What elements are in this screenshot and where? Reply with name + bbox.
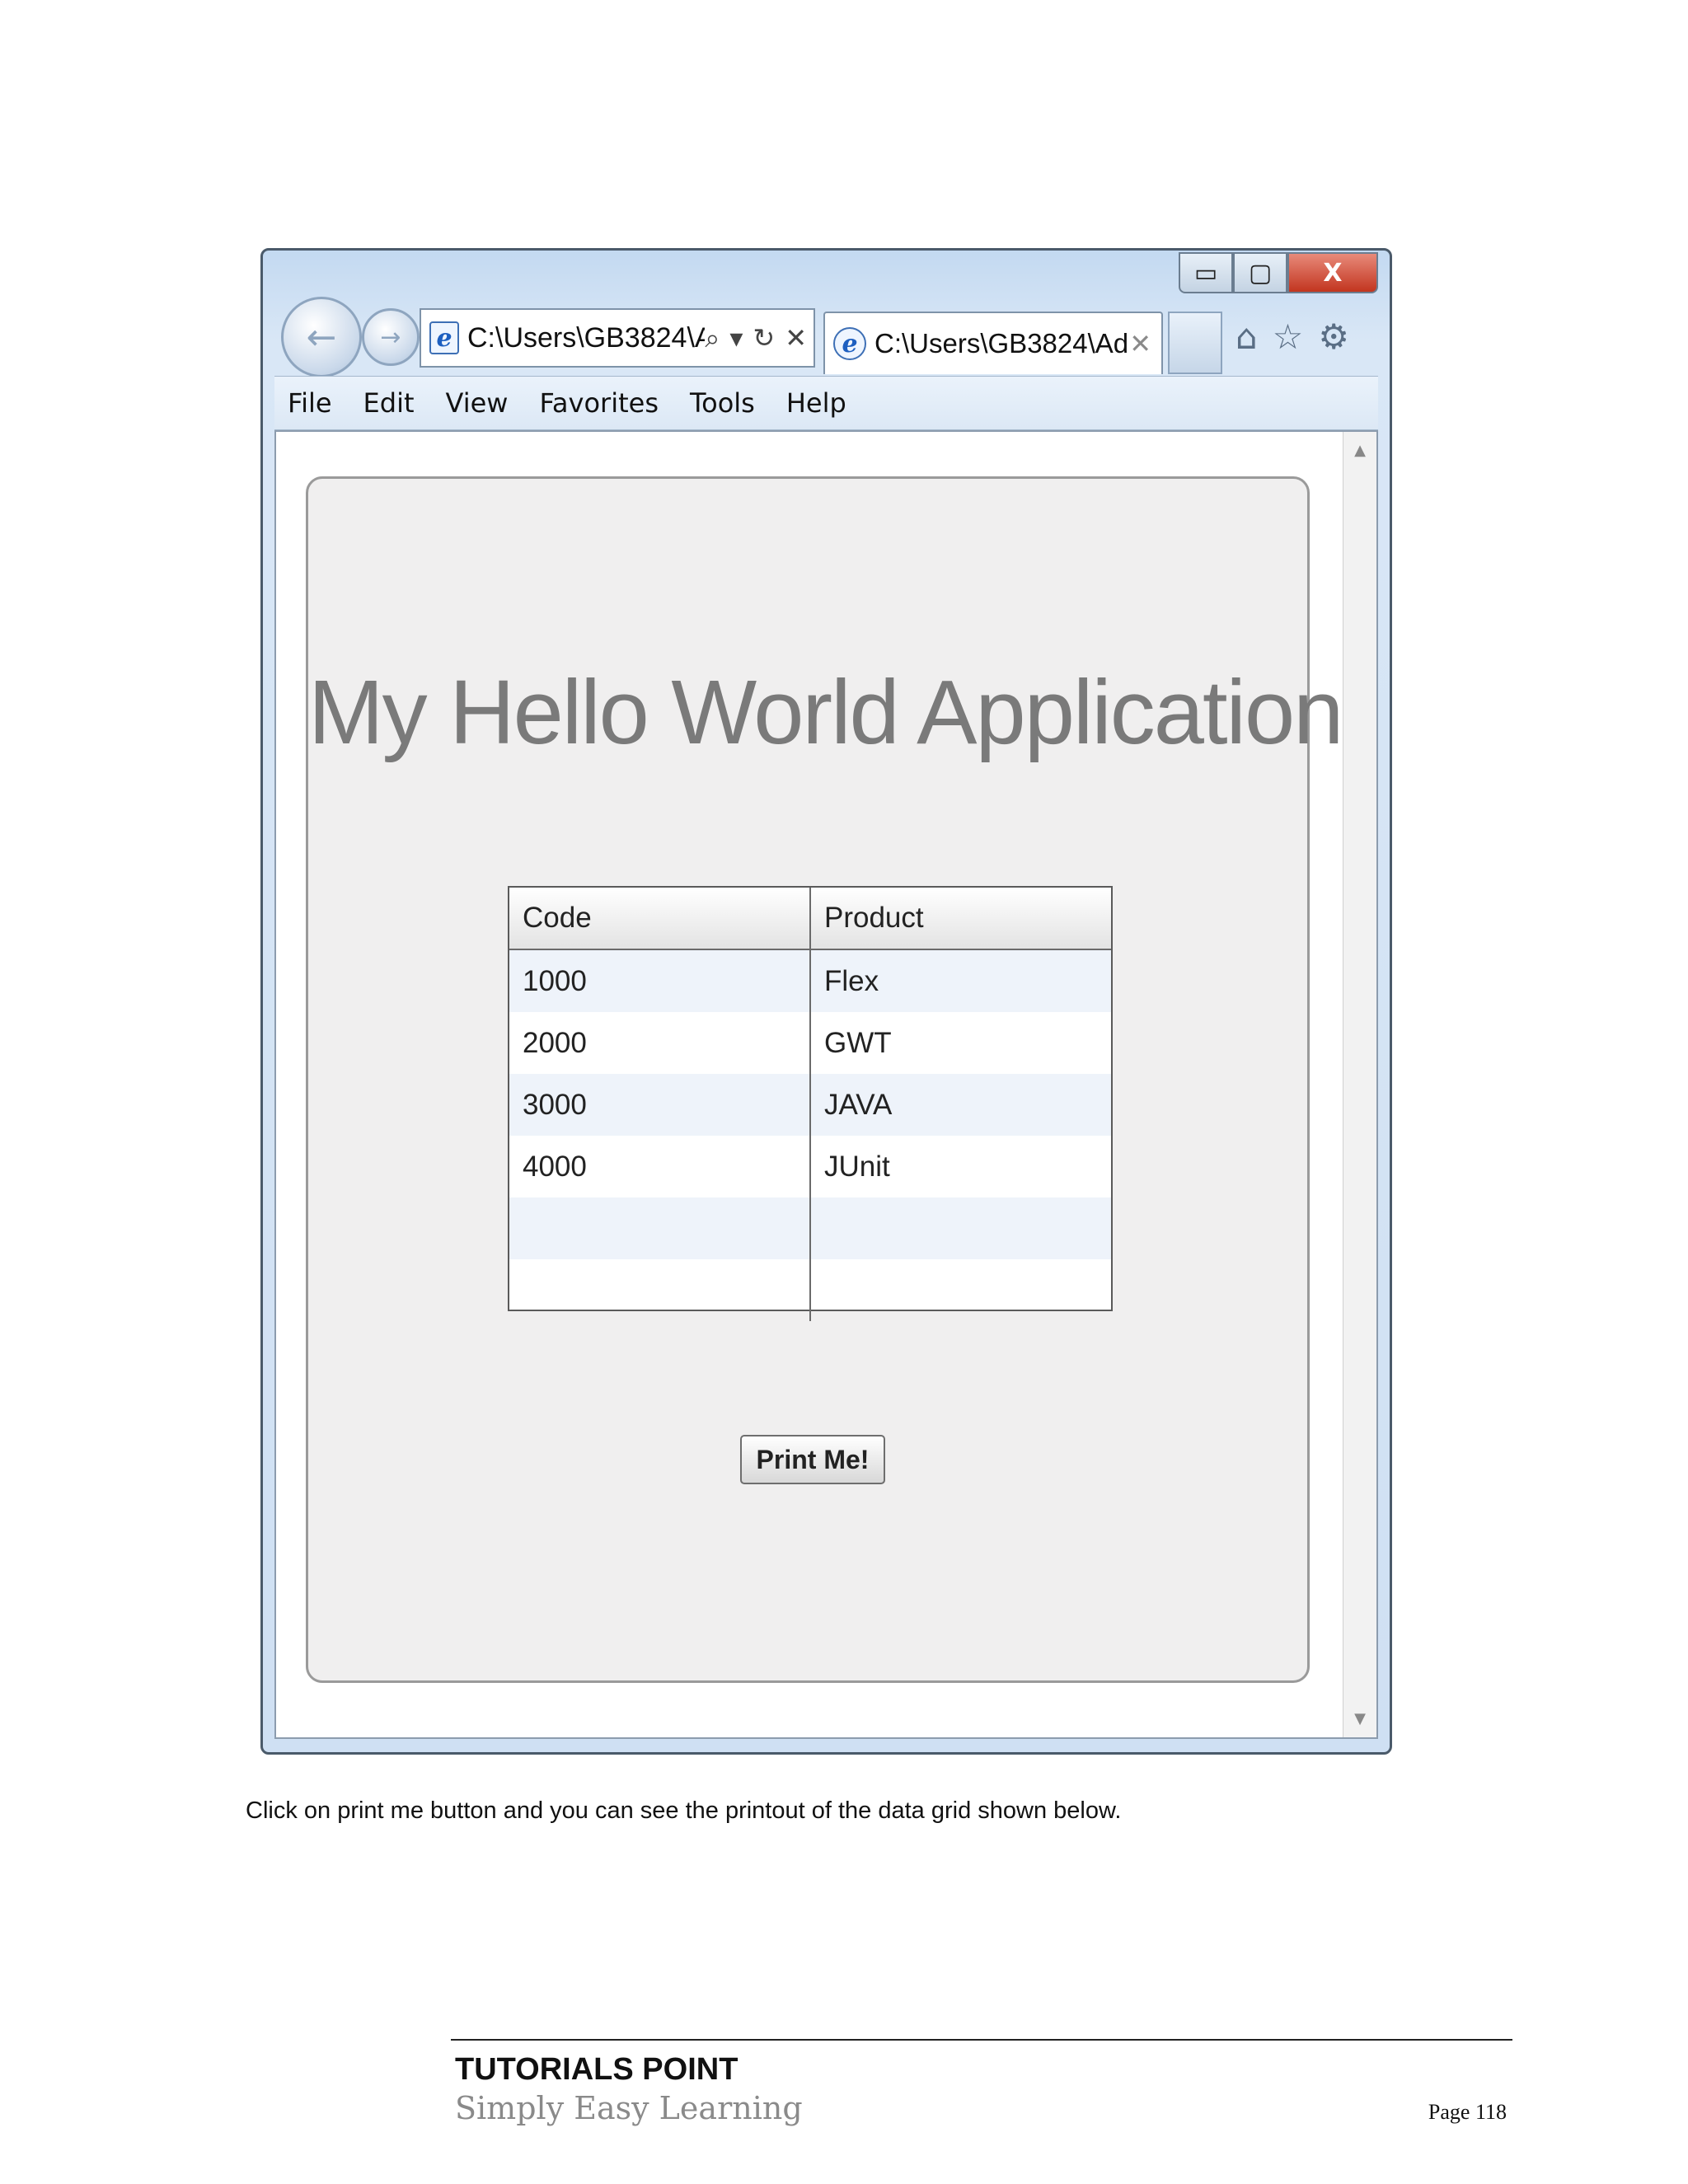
menu-tools[interactable]: Tools bbox=[690, 387, 755, 419]
window-controls: ▭ ▢ X bbox=[1179, 252, 1378, 297]
refresh-icon[interactable]: ↻ bbox=[753, 322, 775, 354]
scroll-up-icon[interactable]: ▲ bbox=[1343, 442, 1376, 459]
home-icon[interactable]: ⌂ bbox=[1236, 316, 1258, 357]
cell-product: Flex bbox=[810, 949, 1111, 1012]
cell-product: JUnit bbox=[824, 1150, 890, 1183]
cell-product: GWT bbox=[824, 1026, 892, 1059]
page-content: My Hello World Application Code Product … bbox=[274, 430, 1378, 1739]
scroll-down-icon[interactable]: ▼ bbox=[1343, 1710, 1376, 1727]
cell-code: 3000 bbox=[509, 1074, 811, 1136]
search-icon[interactable]: ⌕ bbox=[705, 322, 720, 354]
menu-file[interactable]: File bbox=[288, 387, 332, 419]
star-icon[interactable]: ☆ bbox=[1273, 316, 1304, 357]
ie-tab-icon: e bbox=[833, 327, 866, 360]
menu-view[interactable]: View bbox=[446, 387, 509, 419]
cell-code: 1000 bbox=[509, 949, 811, 1012]
table-row-empty[interactable] bbox=[509, 1259, 1111, 1321]
tab-title: C:\Users\GB3824\Ado... bbox=[874, 328, 1129, 359]
gear-icon[interactable]: ⚙ bbox=[1318, 316, 1349, 357]
ie-page-icon: e bbox=[429, 321, 459, 354]
footer-brand: TUTORIALS POINT bbox=[455, 2052, 738, 2087]
dropdown-icon[interactable]: ▾ bbox=[729, 322, 743, 354]
arrow-left-icon: ← bbox=[306, 316, 337, 359]
column-header-product[interactable]: Product bbox=[810, 888, 1111, 950]
table-row[interactable]: 3000 JAVA bbox=[509, 1074, 1111, 1136]
menu-help[interactable]: Help bbox=[786, 387, 846, 419]
vertical-scrollbar[interactable]: ▲ ▼ bbox=[1343, 432, 1376, 1737]
new-tab-button[interactable] bbox=[1168, 312, 1222, 374]
close-button[interactable]: X bbox=[1287, 252, 1378, 293]
address-tools: ⌕ ▾ ↻ ✕ bbox=[705, 322, 807, 354]
tab-close-icon[interactable]: ✕ bbox=[1129, 328, 1151, 359]
table-row[interactable]: 2000 GWT bbox=[509, 1012, 1111, 1074]
cell-product: JAVA bbox=[810, 1074, 1111, 1136]
column-header-code[interactable]: Code bbox=[509, 888, 811, 950]
table-row-empty[interactable] bbox=[509, 1197, 1111, 1259]
menu-edit[interactable]: Edit bbox=[363, 387, 415, 419]
browser-toolbar-icons: ⌂ ☆ ⚙ bbox=[1236, 316, 1349, 357]
app-panel: My Hello World Application Code Product … bbox=[306, 476, 1343, 1683]
table-row[interactable]: 1000 Flex bbox=[509, 949, 1111, 1012]
cell-code: 2000 bbox=[509, 1012, 811, 1074]
browser-tab[interactable]: e C:\Users\GB3824\Ado... ✕ bbox=[823, 312, 1163, 374]
forward-button[interactable]: → bbox=[362, 308, 420, 366]
print-button[interactable]: Print Me! bbox=[740, 1435, 885, 1484]
cell-code: 4000 bbox=[509, 1136, 811, 1197]
grid-header-row: Code Product bbox=[509, 888, 1111, 950]
data-grid[interactable]: Code Product 1000 Flex 2000 GWT 3000 JAV… bbox=[508, 886, 1113, 1321]
stop-icon[interactable]: ✕ bbox=[785, 322, 807, 354]
app-title: My Hello World Application bbox=[308, 662, 1343, 763]
footer-tagline: Simply Easy Learning bbox=[455, 2090, 803, 2126]
address-bar[interactable]: e C:\Users\GB3824\A ⌕ ▾ ↻ ✕ bbox=[420, 308, 815, 368]
cell-product bbox=[810, 1197, 1111, 1259]
cell-product bbox=[810, 1259, 1111, 1321]
browser-window: ▭ ▢ X ← → e C:\Users\GB3824\A ⌕ ▾ ↻ ✕ e … bbox=[260, 248, 1392, 1755]
cell-code bbox=[509, 1197, 811, 1259]
menu-favorites[interactable]: Favorites bbox=[539, 387, 659, 419]
table-row[interactable]: 4000 JUnit bbox=[509, 1136, 1111, 1197]
address-text: C:\Users\GB3824\A bbox=[467, 321, 706, 354]
minimize-button[interactable]: ▭ bbox=[1179, 252, 1233, 293]
data-grid-table: Code Product 1000 Flex 2000 GWT 3000 JAV… bbox=[509, 888, 1111, 1321]
menu-bar: File Edit View Favorites Tools Help bbox=[274, 376, 1378, 430]
document-caption: Click on print me button and you can see… bbox=[246, 1797, 1122, 1824]
arrow-right-icon: → bbox=[380, 322, 401, 352]
maximize-button[interactable]: ▢ bbox=[1233, 252, 1287, 293]
footer-divider bbox=[451, 2039, 1512, 2041]
cell-code bbox=[509, 1259, 811, 1321]
back-button[interactable]: ← bbox=[281, 297, 362, 377]
page-number: Page 118 bbox=[1428, 2100, 1507, 2124]
